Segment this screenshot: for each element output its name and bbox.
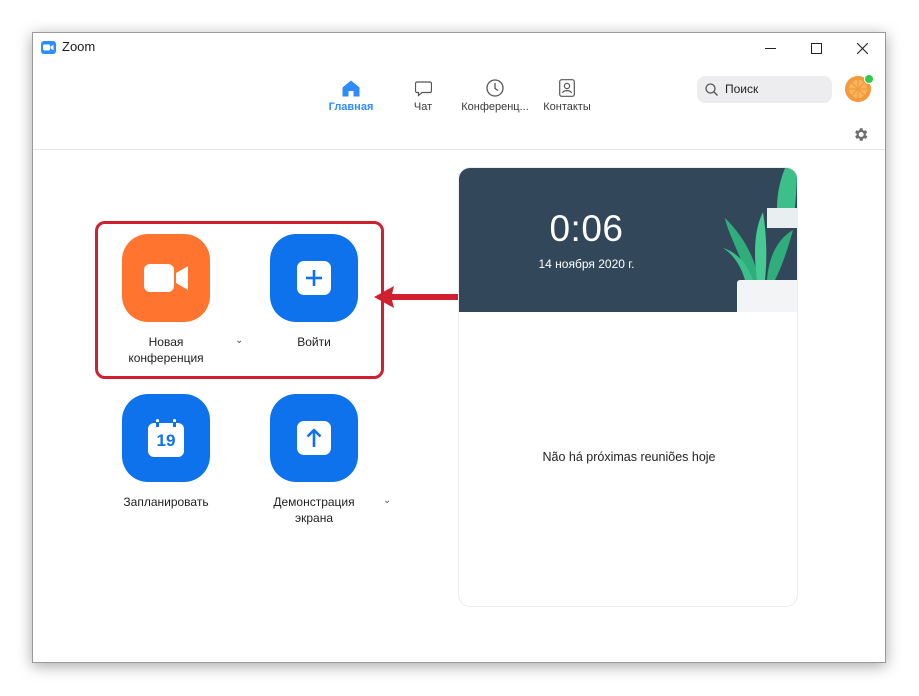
- settings-button[interactable]: [852, 126, 869, 148]
- top-navigation: Главная Чат Конференц... Контакты Поиск: [33, 63, 885, 150]
- tab-meetings-label: Конференц...: [461, 101, 529, 113]
- tab-home-label: Главная: [328, 101, 374, 113]
- search-placeholder: Поиск: [725, 82, 759, 96]
- schedule-label: Запланировать: [123, 495, 209, 509]
- gear-icon: [855, 128, 868, 141]
- close-icon: [856, 42, 868, 54]
- clock-icon: [486, 79, 504, 97]
- close-button[interactable]: [839, 33, 885, 63]
- online-status-dot: [864, 74, 874, 84]
- search-box[interactable]: Поиск: [697, 76, 832, 103]
- upcoming-meetings-panel: 0:06 14 ноября 2020 г. Não há próximas r…: [458, 167, 798, 607]
- tab-contacts[interactable]: Контакты: [539, 75, 595, 123]
- share-screen-button[interactable]: [270, 394, 358, 482]
- tab-contacts-label: Контакты: [543, 101, 591, 113]
- window-title: Zoom: [62, 39, 96, 54]
- tab-chat-label: Чат: [413, 101, 433, 113]
- current-date: 14 ноября 2020 г.: [538, 257, 635, 271]
- share-screen-label-text: Демонстрация экрана: [273, 495, 355, 525]
- home-icon: [342, 80, 360, 97]
- calendar-day-number: 19: [156, 431, 176, 450]
- no-meetings-message: Não há próximas reuniões hoje: [542, 450, 716, 464]
- tab-home[interactable]: Главная: [323, 75, 379, 123]
- maximize-button[interactable]: [793, 33, 839, 63]
- minimize-icon: [764, 47, 776, 49]
- highlight-box: [95, 221, 384, 379]
- zoom-logo-icon: [41, 41, 56, 54]
- title-bar[interactable]: Zoom: [33, 33, 885, 63]
- share-screen-label: Демонстрация экрана: [244, 494, 384, 526]
- minimize-button[interactable]: [747, 33, 793, 63]
- tab-meetings[interactable]: Конференц...: [458, 75, 532, 123]
- tab-chat[interactable]: Чат: [403, 75, 443, 123]
- maximize-icon: [810, 42, 822, 54]
- current-time: 0:06: [549, 208, 624, 249]
- chat-icon: [414, 81, 432, 97]
- share-up-arrow-icon: [297, 421, 331, 455]
- share-screen-dropdown-chevron-icon[interactable]: ⌄: [383, 495, 391, 506]
- zoom-window: Zoom Главная Чат Конференц... Контакты П…: [32, 32, 886, 663]
- search-icon: [705, 83, 718, 96]
- clock-header: 0:06 14 ноября 2020 г.: [459, 168, 797, 312]
- contacts-icon: [559, 79, 575, 97]
